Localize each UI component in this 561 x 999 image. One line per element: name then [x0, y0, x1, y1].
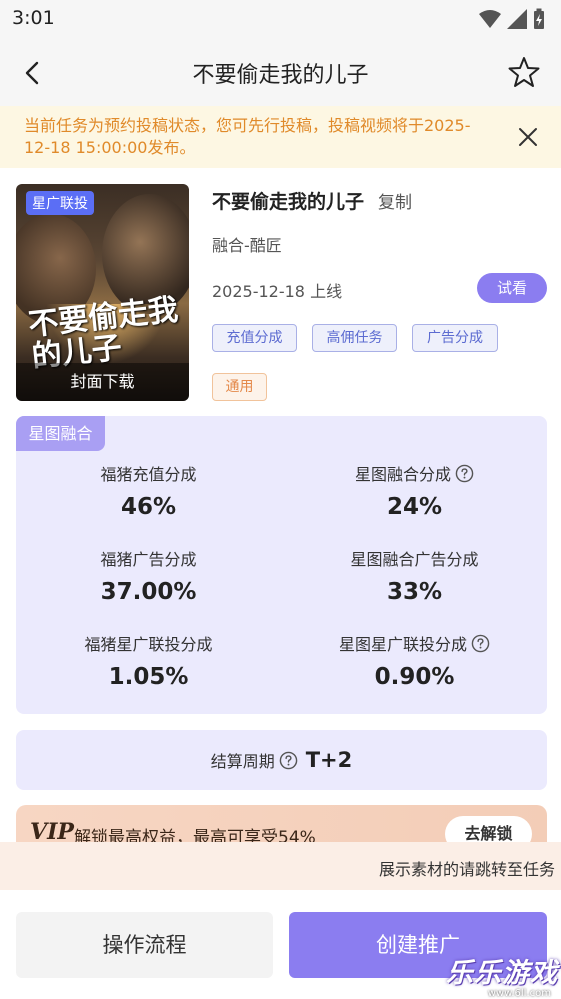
share-item: 福猪充值分成 46% [16, 461, 281, 520]
tag-general: 通用 [212, 373, 267, 401]
help-icon[interactable] [455, 464, 474, 483]
drama-source: 融合-酷匠 [212, 236, 282, 255]
help-icon[interactable] [279, 751, 298, 770]
share-label: 星图融合广告分成 [350, 550, 479, 569]
watermark-url: www.6ll.com [487, 988, 551, 999]
share-value: 1.05% [108, 664, 189, 690]
process-button[interactable]: 操作流程 [16, 912, 273, 978]
share-item: 星图融合广告分成 33% [282, 546, 547, 605]
status-time: 3:01 [12, 7, 55, 29]
tag-ad-share: 广告分成 [412, 324, 498, 352]
help-icon[interactable] [471, 634, 490, 653]
marquee-notice: 展示素材的请跳转至任务 [0, 842, 561, 890]
settlement-label: 结算周期 [210, 752, 275, 771]
share-item: 星图融合分成 24% [282, 461, 547, 520]
share-label: 福猪充值分成 [100, 465, 197, 484]
signal-icon [507, 9, 527, 29]
watermark: 乐乐游戏 www.6ll.com [443, 949, 561, 999]
notice-text: 当前任务为预约投稿状态，您可先行投稿，投稿视频将于2025-12-18 15:0… [24, 116, 471, 157]
wifi-icon [479, 10, 501, 28]
cover-download-button[interactable]: 封面下载 [16, 363, 189, 401]
status-bar: 3:01 [0, 0, 561, 38]
share-item: 福猪星广联投分成 1.05% [16, 631, 281, 690]
nav-bar: 不要偷走我的儿子 [0, 38, 561, 106]
share-label: 福猪星广联投分成 [84, 635, 213, 654]
copy-button[interactable]: 复制 [378, 188, 412, 213]
share-label: 星图星广联投分成 [338, 635, 467, 654]
poster-tag: 星广联投 [26, 191, 94, 215]
share-value: 37.00% [100, 579, 197, 605]
share-card: 星图融合 福猪充值分成 46% 星图融合分成 24% 福猪广告分成 37.00%… [16, 416, 547, 714]
share-value: 0.90% [374, 664, 455, 690]
share-value: 24% [386, 494, 443, 520]
page-title: 不要偷走我的儿子 [192, 63, 369, 88]
marquee-text: 展示素材的请跳转至任务 [379, 860, 556, 879]
share-badge: 星图融合 [16, 416, 105, 451]
release-date: 2025-12-18 上线 [212, 282, 343, 301]
tag-high-commission: 高佣任务 [312, 324, 397, 352]
notice-banner: 当前任务为预约投稿状态，您可先行投稿，投稿视频将于2025-12-18 15:0… [0, 106, 561, 168]
tag-recharge-share: 充值分成 [212, 324, 297, 352]
share-label: 星图融合分成 [354, 465, 451, 484]
cover-image[interactable]: 不要偷走我的儿子 星广联投 封面下载 [16, 184, 189, 401]
star-icon[interactable] [507, 55, 541, 89]
status-icons [479, 8, 545, 30]
trial-watch-button[interactable]: 试看 [477, 273, 547, 303]
share-value: 46% [120, 494, 177, 520]
share-value: 33% [386, 579, 443, 605]
drama-title: 不要偷走我的儿子 [212, 191, 365, 213]
share-item: 福猪广告分成 37.00% [16, 546, 281, 605]
settlement-card: 结算周期 T+2 [16, 730, 547, 790]
close-icon[interactable] [517, 126, 539, 148]
settlement-value: T+2 [305, 748, 353, 772]
watermark-text: 乐乐游戏 [446, 958, 558, 989]
share-item: 星图星广联投分成 0.90% [282, 631, 547, 690]
battery-icon [534, 8, 544, 29]
share-label: 福猪广告分成 [100, 550, 197, 569]
